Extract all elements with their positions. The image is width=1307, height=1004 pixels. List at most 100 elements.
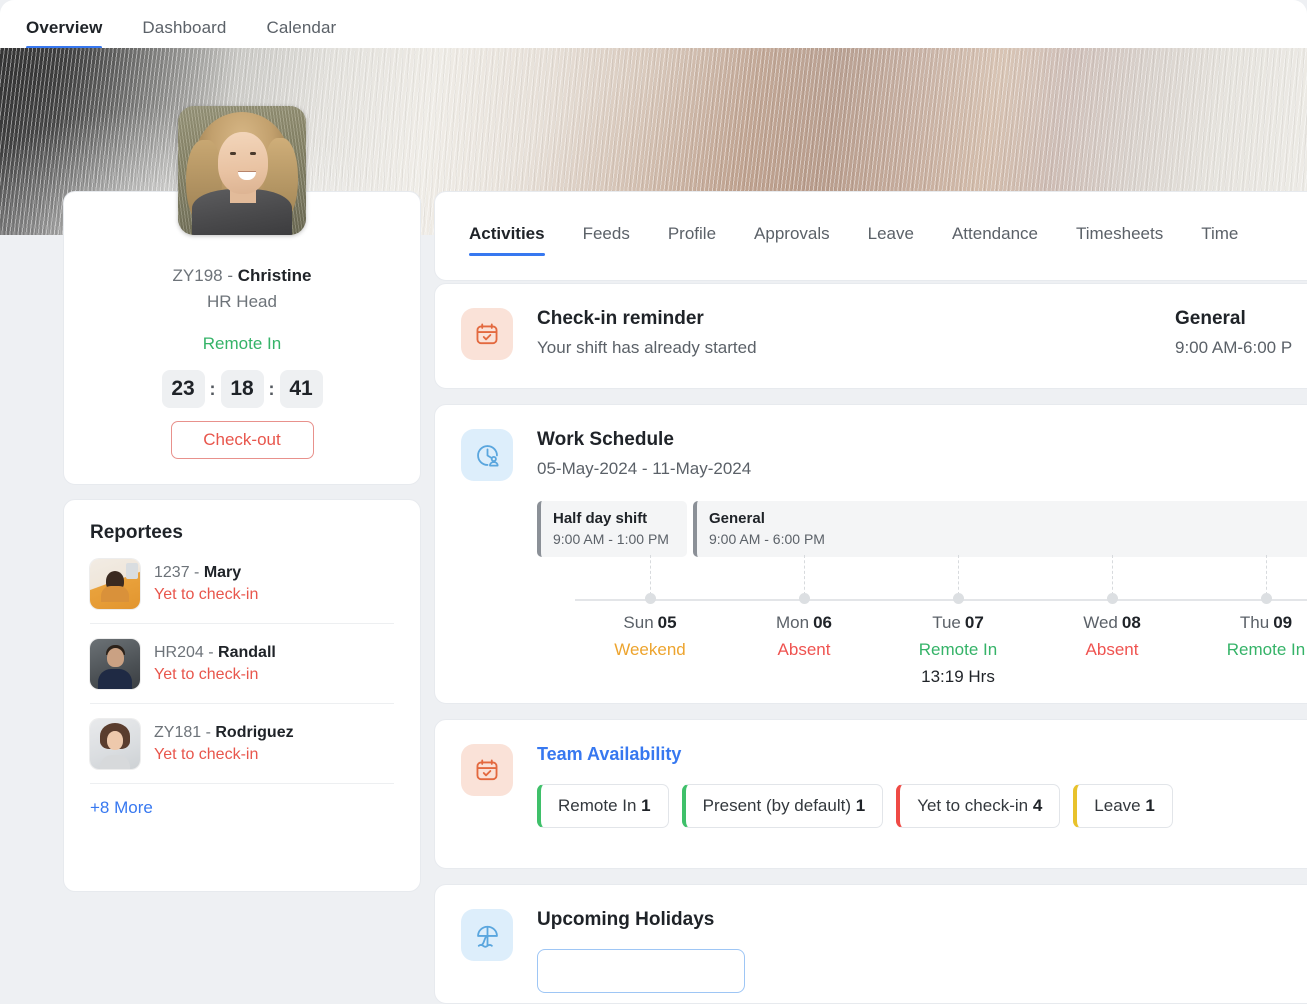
check-in-shift-time: 9:00 AM-6:00 P: [1175, 338, 1292, 358]
clock-person-icon: [461, 429, 513, 481]
shift-block: General 9:00 AM - 6:00 PM: [693, 501, 1307, 557]
chip-count: 1: [1145, 796, 1154, 815]
work-schedule-card: Work Schedule 05-May-2024 - 11-May-2024 …: [434, 404, 1307, 704]
timeline-day: Thu09 Remote In: [1191, 579, 1307, 667]
timeline-day: Mon06 Absent: [729, 579, 879, 667]
top-tab-calendar[interactable]: Calendar: [266, 18, 336, 48]
timeline-day: Sun05 Weekend: [575, 579, 725, 667]
reportee-avatar: [90, 559, 140, 609]
shift-timer: 23 : 18 : 41: [64, 370, 420, 408]
reportee-status: Yet to check-in: [154, 666, 276, 684]
upcoming-holidays-card: Upcoming Holidays: [434, 884, 1307, 1004]
timer-minutes: 18: [221, 370, 264, 408]
tab-approvals[interactable]: Approvals: [754, 224, 830, 256]
shift-block: Half day shift 9:00 AM - 1:00 PM: [537, 501, 687, 557]
day-weekday: Mon: [776, 613, 809, 632]
timer-seconds: 41: [280, 370, 323, 408]
check-in-shift-info: General 9:00 AM-6:00 P: [1175, 308, 1292, 358]
shift-time: 9:00 AM - 1:00 PM: [553, 531, 671, 547]
week-timeline: Sun05 Weekend Mon06 Absent Tue07 Remote …: [537, 579, 1307, 705]
list-item[interactable]: ZY181 - Rodriguez Yet to check-in: [90, 703, 394, 783]
timer-colon-1: :: [210, 379, 216, 400]
chip-count: 1: [641, 796, 650, 815]
list-item[interactable]: HR204 - Randall Yet to check-in: [90, 623, 394, 703]
chip-label: Present (by default): [703, 796, 851, 815]
chip-count: 1: [856, 796, 865, 815]
check-in-shift-name: General: [1175, 308, 1292, 330]
tab-activities[interactable]: Activities: [469, 224, 545, 256]
team-availability-card: Team Availability Remote In 1 Present (b…: [434, 719, 1307, 869]
day-state: Remote In: [883, 640, 1033, 660]
chip-label: Remote In: [558, 796, 636, 815]
reportee-id: HR204: [154, 644, 204, 661]
day-state: Remote In: [1191, 640, 1307, 660]
reportee-id: ZY181: [154, 724, 201, 741]
reportee-status: Yet to check-in: [154, 746, 294, 764]
reportee-status: Yet to check-in: [154, 586, 258, 604]
day-date: 08: [1122, 613, 1141, 632]
holiday-chip[interactable]: [537, 949, 745, 993]
profile-card: ZY198 - Christine HR Head Remote In 23 :…: [63, 191, 421, 485]
top-tab-dashboard[interactable]: Dashboard: [142, 18, 226, 48]
profile-employee-id: ZY198: [173, 266, 223, 285]
day-state: Weekend: [575, 640, 725, 660]
shift-name: Half day shift: [553, 510, 671, 527]
timeline-day: Wed08 Absent: [1037, 579, 1187, 667]
status-badge[interactable]: Leave 1: [1073, 784, 1173, 828]
tab-profile[interactable]: Profile: [668, 224, 716, 256]
reportee-separator: -: [208, 644, 213, 661]
reportee-name: Randall: [218, 644, 276, 661]
tab-leave[interactable]: Leave: [868, 224, 914, 256]
upcoming-holidays-title: Upcoming Holidays: [537, 909, 1307, 931]
timer-colon-2: :: [269, 379, 275, 400]
status-badge[interactable]: Present (by default) 1: [682, 784, 884, 828]
day-weekday: Wed: [1083, 613, 1118, 632]
day-date: 09: [1273, 613, 1292, 632]
profile-role: HR Head: [64, 292, 420, 312]
content-tabs-panel: Activities Feeds Profile Approvals Leave…: [434, 191, 1307, 281]
reportee-id-line: ZY181 - Rodriguez: [154, 724, 294, 742]
chip-label: Yet to check-in: [917, 796, 1028, 815]
tab-timesheets[interactable]: Timesheets: [1076, 224, 1163, 256]
top-navigation-bar: Overview Dashboard Calendar: [0, 0, 1307, 48]
reportee-id-line: HR204 - Randall: [154, 644, 276, 662]
shift-name: General: [709, 510, 1297, 527]
day-date: 05: [658, 613, 677, 632]
chip-label: Leave: [1094, 796, 1140, 815]
calendar-check-icon: [461, 308, 513, 360]
status-badge[interactable]: Remote In 1: [537, 784, 669, 828]
reportee-id: 1237: [154, 564, 190, 581]
reportee-separator: -: [194, 564, 199, 581]
reportee-name: Rodriguez: [215, 724, 293, 741]
top-tab-overview[interactable]: Overview: [26, 18, 102, 48]
reportee-id-line: 1237 - Mary: [154, 564, 258, 582]
timer-hours: 23: [162, 370, 205, 408]
tab-time[interactable]: Time: [1201, 224, 1238, 256]
status-badge[interactable]: Yet to check-in 4: [896, 784, 1060, 828]
day-state: Absent: [729, 640, 879, 660]
profile-status: Remote In: [64, 334, 420, 354]
profile-name-line: ZY198 - Christine: [64, 266, 420, 286]
calendar-check-icon: [461, 744, 513, 796]
reportee-name: Mary: [204, 564, 241, 581]
profile-separator: -: [227, 266, 233, 285]
team-availability-title[interactable]: Team Availability: [537, 744, 1307, 765]
check-in-reminder-card: Check-in reminder Your shift has already…: [434, 283, 1307, 389]
day-hours: 13:19 Hrs: [883, 667, 1033, 687]
reportees-more-link[interactable]: +8 More: [90, 784, 394, 818]
reportee-separator: -: [206, 724, 211, 741]
tab-attendance[interactable]: Attendance: [952, 224, 1038, 256]
shift-blocks: Half day shift 9:00 AM - 1:00 PM General…: [537, 501, 1307, 557]
reportees-title: Reportees: [90, 522, 394, 544]
avatar: [178, 106, 306, 235]
profile-name: Christine: [238, 266, 312, 285]
tab-feeds[interactable]: Feeds: [583, 224, 630, 256]
reportee-avatar: [90, 639, 140, 689]
day-weekday: Thu: [1240, 613, 1269, 632]
work-schedule-title: Work Schedule: [537, 429, 1307, 451]
day-state: Absent: [1037, 640, 1187, 660]
list-item[interactable]: 1237 - Mary Yet to check-in: [90, 544, 394, 623]
check-out-button[interactable]: Check-out: [171, 421, 314, 459]
shift-time: 9:00 AM - 6:00 PM: [709, 531, 1297, 547]
day-date: 06: [813, 613, 832, 632]
